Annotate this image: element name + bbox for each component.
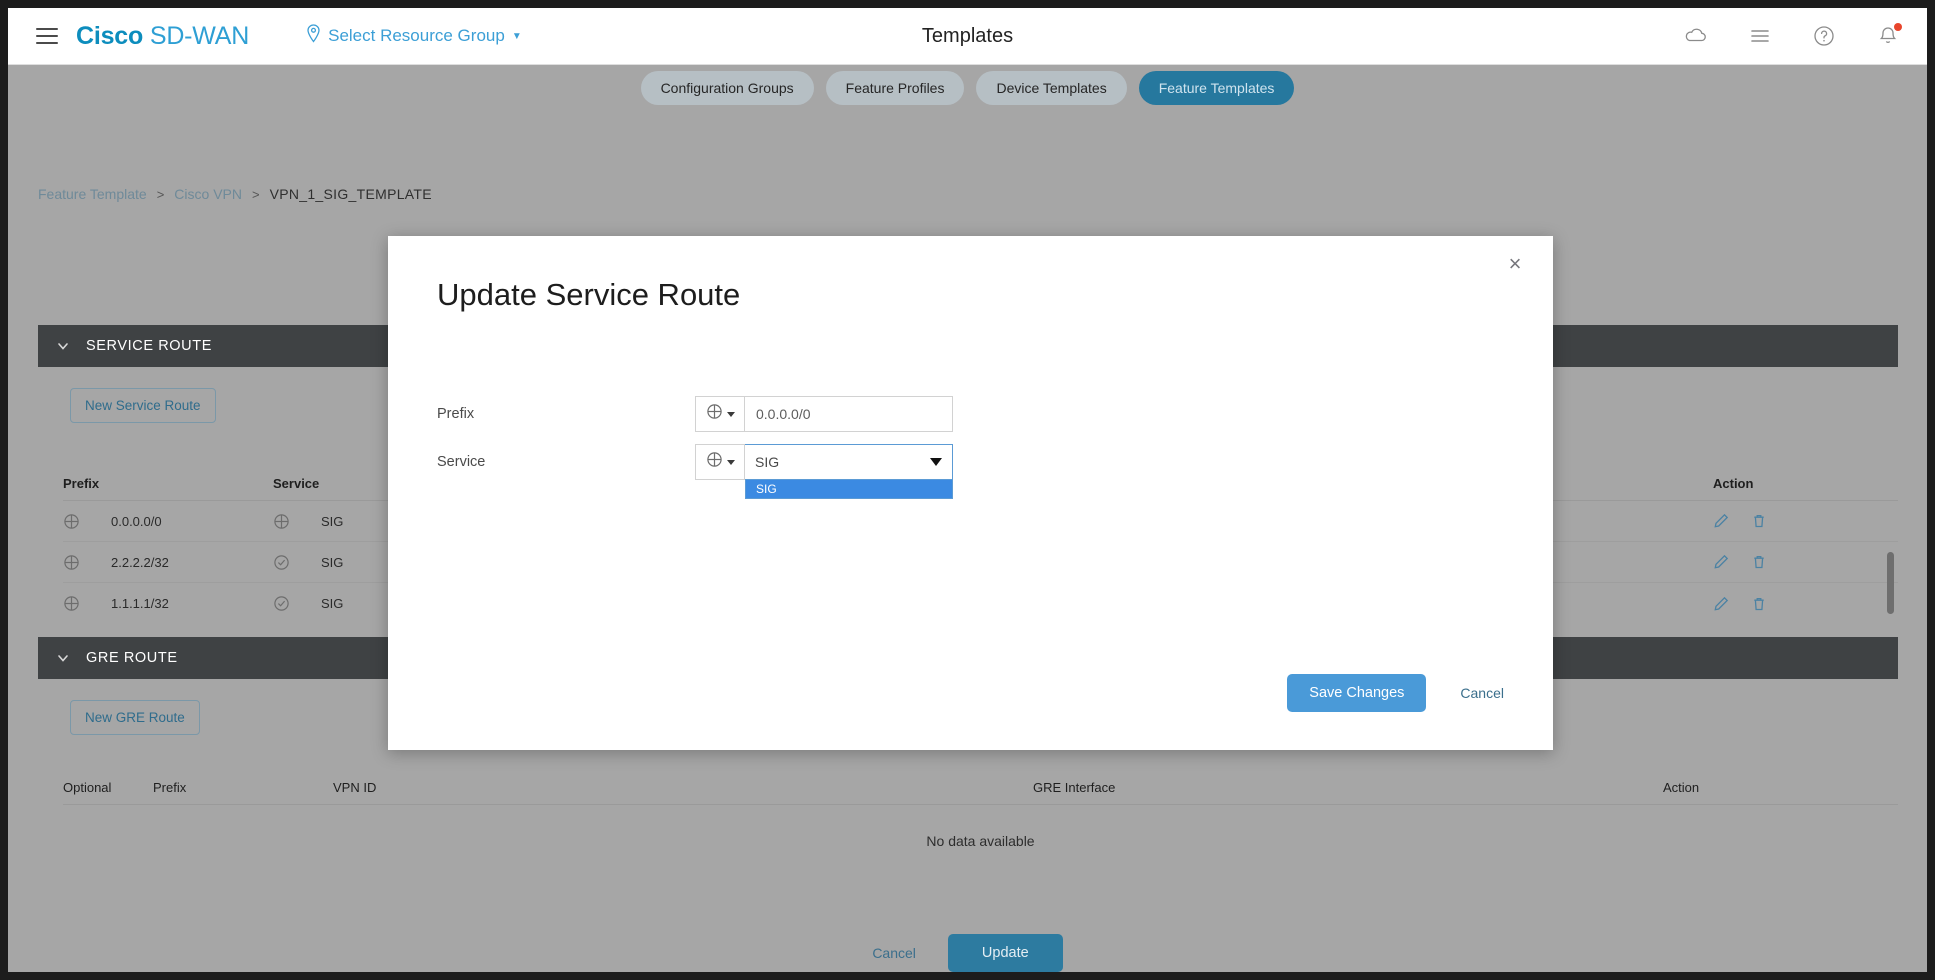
globe-icon (706, 451, 723, 473)
menu-toggle-icon[interactable] (36, 28, 58, 44)
brand-product-text: SD-WAN (149, 21, 250, 50)
new-service-route-button[interactable]: New Service Route (70, 388, 216, 423)
update-service-route-modal: × Update Service Route Prefix Service (388, 236, 1553, 750)
service-option-sig[interactable]: SIG (746, 480, 952, 498)
prefix-scope-globe-icon[interactable] (63, 513, 111, 530)
modal-cancel-button[interactable]: Cancel (1460, 685, 1504, 701)
gre-route-table-header: Optional Prefix VPN ID GRE Interface Act… (63, 771, 1898, 805)
gre-route-empty-message: No data available (926, 833, 1035, 849)
edit-icon[interactable] (1713, 554, 1729, 570)
row-actions (1713, 596, 1767, 612)
new-gre-route-button[interactable]: New GRE Route (70, 700, 200, 735)
page-update-button[interactable]: Update (947, 933, 1063, 972)
tab-feature-templates[interactable]: Feature Templates (1138, 71, 1295, 105)
breadcrumb-separator-icon: > (156, 186, 165, 202)
application-screen: Cisco SD-WAN Select Resource Group ▼ Tem… (8, 8, 1927, 972)
cell-prefix: 0.0.0.0/0 (111, 513, 162, 529)
column-header-optional: Optional (63, 780, 112, 795)
service-select-menu: SIG (745, 480, 953, 499)
prefix-scope-globe-icon[interactable] (63, 595, 111, 612)
breadcrumb: Feature Template > Cisco VPN > VPN_1_SIG… (38, 186, 432, 202)
notifications-icon[interactable] (1875, 23, 1902, 49)
globe-icon (706, 403, 723, 425)
chevron-down-icon (56, 651, 70, 665)
chevron-down-icon (56, 339, 70, 353)
service-select-value: SIG (755, 454, 780, 470)
tab-feature-profiles[interactable]: Feature Profiles (825, 71, 965, 105)
tab-device-templates[interactable]: Device Templates (976, 71, 1127, 105)
column-header-prefix: Prefix (153, 780, 187, 795)
column-header-prefix: Prefix (63, 476, 100, 491)
service-scope-globe-icon[interactable] (273, 513, 321, 530)
row-actions (1713, 513, 1767, 529)
chevron-down-icon (930, 458, 942, 466)
brand-cisco-text: Cisco (76, 21, 144, 50)
cell-prefix: 2.2.2.2/32 (111, 554, 169, 570)
brand-logo[interactable]: Cisco SD-WAN (76, 22, 249, 51)
delete-icon[interactable] (1751, 513, 1767, 529)
service-route-scrollbar[interactable] (1887, 552, 1894, 614)
page-title: Templates (921, 24, 1014, 47)
breadcrumb-current: VPN_1_SIG_TEMPLATE (269, 186, 432, 202)
service-scope-selector[interactable] (695, 444, 745, 480)
page-cancel-button[interactable]: Cancel (872, 945, 916, 961)
breadcrumb-item-feature-template[interactable]: Feature Template (38, 186, 147, 202)
template-tab-bar: Configuration Groups Feature Profiles De… (8, 71, 1927, 105)
cloud-icon[interactable] (1683, 23, 1709, 49)
service-select[interactable]: SIG (745, 444, 953, 480)
resource-group-selector[interactable]: Select Resource Group ▼ (306, 24, 522, 48)
service-scope-check-icon[interactable] (273, 595, 321, 612)
service-scope-check-icon[interactable] (273, 554, 321, 571)
page-footer-actions: Cancel Update (8, 933, 1927, 972)
column-header-action: Action (1713, 476, 1754, 491)
close-icon[interactable]: × (1503, 252, 1527, 276)
chevron-down-icon (726, 459, 735, 465)
delete-icon[interactable] (1751, 596, 1767, 612)
label-service: Service (437, 454, 486, 470)
location-pin-icon (306, 24, 321, 48)
prefix-scope-selector[interactable] (695, 396, 745, 432)
help-icon[interactable] (1811, 23, 1837, 49)
breadcrumb-separator-icon: > (251, 186, 260, 202)
service-select-wrapper: SIG SIG (745, 444, 953, 499)
breadcrumb-item-cisco-vpn[interactable]: Cisco VPN (174, 186, 242, 202)
section-title-service-route: SERVICE ROUTE (86, 338, 212, 354)
header-icon-group (1683, 23, 1902, 49)
list-icon[interactable] (1747, 23, 1773, 49)
screenshot-frame: Cisco SD-WAN Select Resource Group ▼ Tem… (0, 0, 1935, 980)
gre-route-table: Optional Prefix VPN ID GRE Interface Act… (63, 771, 1898, 849)
form-row-service: Service SIG SIG (437, 444, 953, 499)
edit-icon[interactable] (1713, 513, 1729, 529)
column-header-action: Action (1663, 780, 1700, 795)
resource-group-label: Select Resource Group (328, 26, 505, 45)
chevron-down-icon (726, 411, 735, 417)
form-row-prefix: Prefix (437, 396, 953, 432)
delete-icon[interactable] (1751, 554, 1767, 570)
label-prefix: Prefix (437, 406, 475, 422)
column-header-vpn-id: VPN ID (333, 780, 377, 795)
prefix-input[interactable] (745, 396, 953, 432)
tab-configuration-groups[interactable]: Configuration Groups (640, 71, 814, 105)
modal-footer-actions: Save Changes Cancel (1287, 674, 1504, 712)
chevron-down-icon: ▼ (511, 30, 522, 42)
modal-title: Update Service Route (437, 277, 741, 312)
prefix-scope-globe-icon[interactable] (63, 554, 111, 571)
save-changes-button[interactable]: Save Changes (1287, 674, 1427, 712)
edit-icon[interactable] (1713, 596, 1729, 612)
notification-badge (1894, 23, 1902, 31)
row-actions (1713, 554, 1767, 570)
top-header-bar: Cisco SD-WAN Select Resource Group ▼ Tem… (8, 8, 1927, 65)
column-header-gre-interface: GRE Interface (1033, 780, 1116, 795)
cell-prefix: 1.1.1.1/32 (111, 596, 169, 611)
section-title-gre-route: GRE ROUTE (86, 650, 178, 666)
